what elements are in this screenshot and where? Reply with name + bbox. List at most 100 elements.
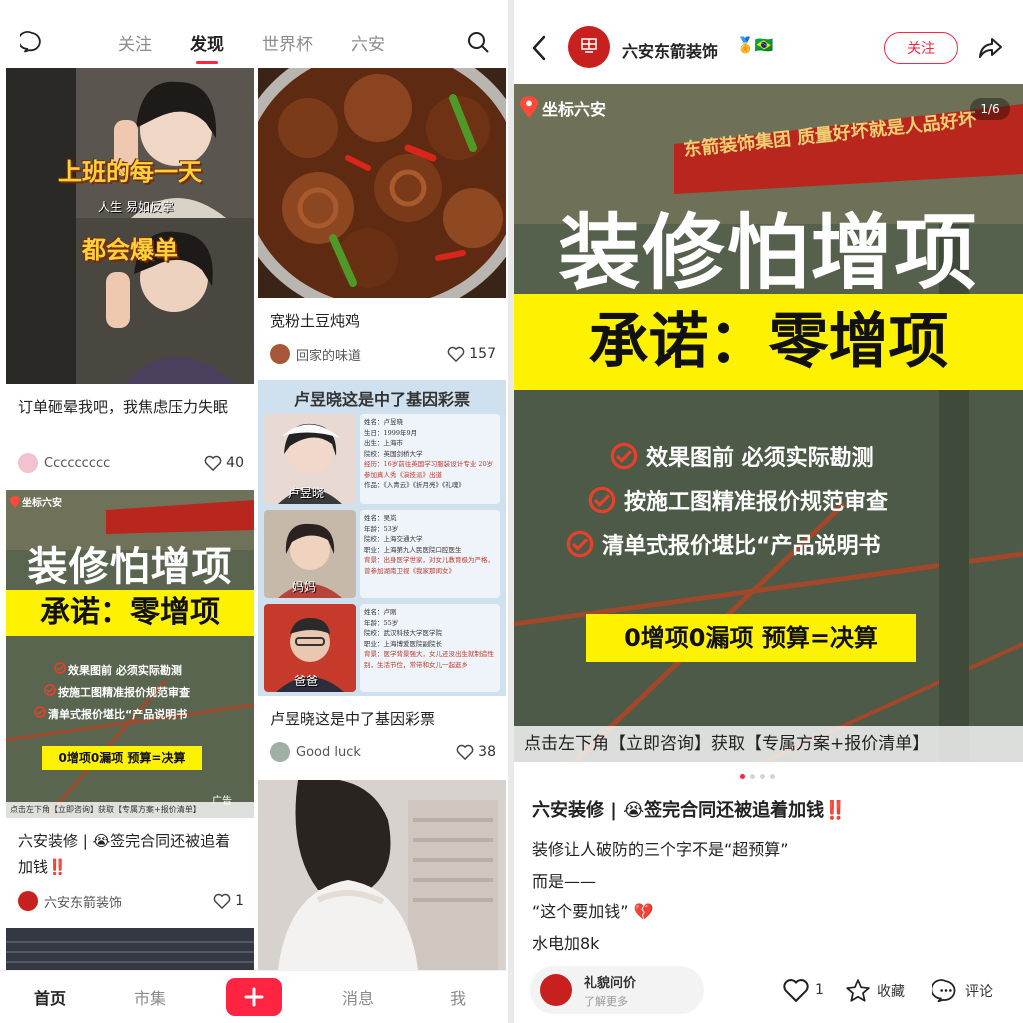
back-icon[interactable] [530,34,548,62]
card-image: 上班的每一天 人生 易如反掌 都会爆单 [6,68,254,384]
feed-card[interactable]: 宽粉土豆炖鸡 回家的味道 157 [258,68,506,374]
nav-me[interactable]: 我 [408,985,508,1009]
author-name[interactable]: Good luck [296,745,456,760]
comment-button[interactable]: 评论 [932,978,993,1004]
post-bullet: 清单式报价堪比“产品说明书 [602,534,881,559]
portrait-caption: 卢昱晓 [288,486,325,500]
nav-messages[interactable]: 消息 [308,985,408,1009]
info-line: 作品：《入青云》《折月亮》《礼魂》 [364,481,465,489]
feed-card[interactable]: 卢昱晓这是中了基因彩票 卢昱晓 姓名：卢昱晓 生日：1999年9月 出生：上海市… [258,380,506,772]
post-action-bar: 礼貌问价 了解更多 1 收藏 评论 [514,958,1023,1023]
share-icon[interactable] [976,34,1004,62]
post-body-line: 水电加8k [532,934,600,953]
avatar[interactable] [18,891,38,911]
card-image [6,928,254,970]
author-name[interactable]: 六安东箭装饰 [44,892,213,911]
info-line: 职业：上海第九人民医院口腔医生 [364,545,462,554]
exclamation-emoji: ‼️ [824,800,847,821]
info-line: 姓名：吴岚 [364,514,397,522]
publish-button[interactable] [226,978,282,1016]
profile-block: 卢昱晓 姓名：卢昱晓 生日：1999年9月 出生：上海市 院校：英国剑桥大学 经… [264,414,500,504]
check-circle-icon [588,486,616,514]
info-line: 生日：1999年9月 [364,428,418,437]
author-name[interactable]: Ccccccccc [44,456,204,471]
card-meta: 六安东箭装饰 1 [18,890,244,912]
pager-dot [750,774,755,779]
post-promise: 承诺：零增项 [514,294,1023,390]
pager-dot [740,774,745,779]
author-name[interactable]: 回家的味道 [296,345,447,364]
like-count: 157 [469,346,496,362]
card-image: 坐标六安 装修怕增项 承诺：零增项 效果图前 必须实际勘测 按施工图精准报价规范… [6,490,254,818]
comment-label: 评论 [965,984,993,1000]
tab-follow[interactable]: 关注 [118,30,152,55]
bottom-nav: 首页 市集 消息 我 [0,970,508,1023]
post-headline: 装修怕增项 [558,206,979,301]
message-icon[interactable] [20,30,44,54]
feed-card[interactable] [258,780,506,970]
like-count: 40 [226,455,244,471]
like-button[interactable]: 1 [782,978,824,1002]
like-button[interactable]: 1 [213,893,244,909]
food-image [258,68,506,298]
profile-info: 姓名：卢刚 年龄：55岁 院校：武汉科技大学医学院 职业：上海博爱医院副院长 背… [360,604,500,692]
image-pager [740,774,775,779]
ad-bullet: 效果图前 必须实际勘测 [68,664,182,677]
account-name[interactable]: 六安东箭装饰 [622,38,718,62]
info-line: 姓名：卢刚 [364,608,397,616]
post-box: 0增项0漏项 预算=决算 [586,614,916,662]
feed-card[interactable] [6,928,254,970]
avatar[interactable] [270,742,290,762]
exclamation-emoji: ‼️ [48,858,67,876]
meme-caption-2: 都会爆单 [82,236,178,264]
feed-tabs: 关注 发现 世界杯 六安 [118,30,385,64]
post-location: 坐标六安 [542,100,607,119]
collect-button[interactable]: 收藏 [844,978,905,1004]
info-line: 年龄：55岁 [364,618,399,627]
portrait-caption: 爸爸 [294,674,319,688]
crying-emoji: 😭 [623,800,645,821]
feed-card-ad[interactable]: 坐标六安 装修怕增项 承诺：零增项 效果图前 必须实际勘测 按施工图精准报价规范… [6,490,254,920]
search-icon[interactable] [466,30,490,54]
heart-icon [783,979,809,1002]
profile-image-title: 卢昱晓这是中了基因彩票 [293,390,470,409]
heart-icon [456,744,474,760]
broken-heart-emoji: 💔 [633,902,654,921]
follow-button[interactable]: 关注 [884,32,958,64]
post-image-footer: 点击左下角【立即咨询】获取【专属方案+报价清单】 [514,726,1023,762]
info-line: 背景：出身医学世家，对女儿教育极为严格，曾参加湖南卫视《我家那闺女》 [364,556,494,575]
info-line: 年龄：53岁 [364,524,399,533]
card-title: 卢昱晓这是中了基因彩票 [270,710,436,728]
heart-icon [204,455,222,471]
like-button[interactable]: 38 [456,744,496,760]
feed-card[interactable]: 上班的每一天 人生 易如反掌 都会爆单 订单砸晕我吧，我焦虑压力失眠 Ccccc… [6,68,254,478]
portrait-caption: 妈妈 [292,580,317,594]
inquiry-button[interactable]: 礼貌问价 了解更多 [530,966,704,1014]
ad-promise: 承诺：零增项 [6,590,254,636]
account-avatar[interactable] [568,26,610,68]
title-main: 签完合同还被追着加钱 [644,800,825,821]
card-meta: Ccccccccc 40 [18,452,244,474]
tab-luan[interactable]: 六安 [351,30,385,55]
avatar[interactable] [18,453,38,473]
nav-market[interactable]: 市集 [100,985,200,1009]
tab-world-cup[interactable]: 世界杯 [262,30,313,55]
nav-home[interactable]: 首页 [0,985,100,1009]
location-pin-icon [10,496,20,508]
profile-block: 妈妈 姓名：吴岚 年龄：53岁 院校：上海交通大学 职业：上海第九人民医院口腔医… [264,510,500,598]
ad-label: 广告 [212,796,232,807]
pager-dot [760,774,765,779]
avatar[interactable] [270,344,290,364]
location-pin-icon [520,96,538,118]
like-button[interactable]: 40 [204,455,244,471]
info-line: 经历：16岁前往英国学习服装设计专业 20岁参加真人秀《演技派》出道 [364,460,494,479]
like-count: 1 [235,893,244,909]
like-button[interactable]: 157 [447,346,496,362]
card-image [258,780,506,970]
like-count: 1 [815,982,824,998]
post-detail-screen: 六安东箭装饰 🏅🇧🇷 关注 东箭装饰集团 质量好坏就是人品好坏 坐标六安 1/6… [514,0,1023,1023]
tab-discover[interactable]: 发现 [190,30,224,64]
post-image[interactable]: 东箭装饰集团 质量好坏就是人品好坏 坐标六安 1/6 装修怕增项 承诺：零增项 … [514,84,1023,762]
meme-caption-1: 上班的每一天 [58,158,202,186]
profile-info: 姓名：卢昱晓 生日：1999年9月 出生：上海市 院校：英国剑桥大学 经历：16… [360,414,500,504]
